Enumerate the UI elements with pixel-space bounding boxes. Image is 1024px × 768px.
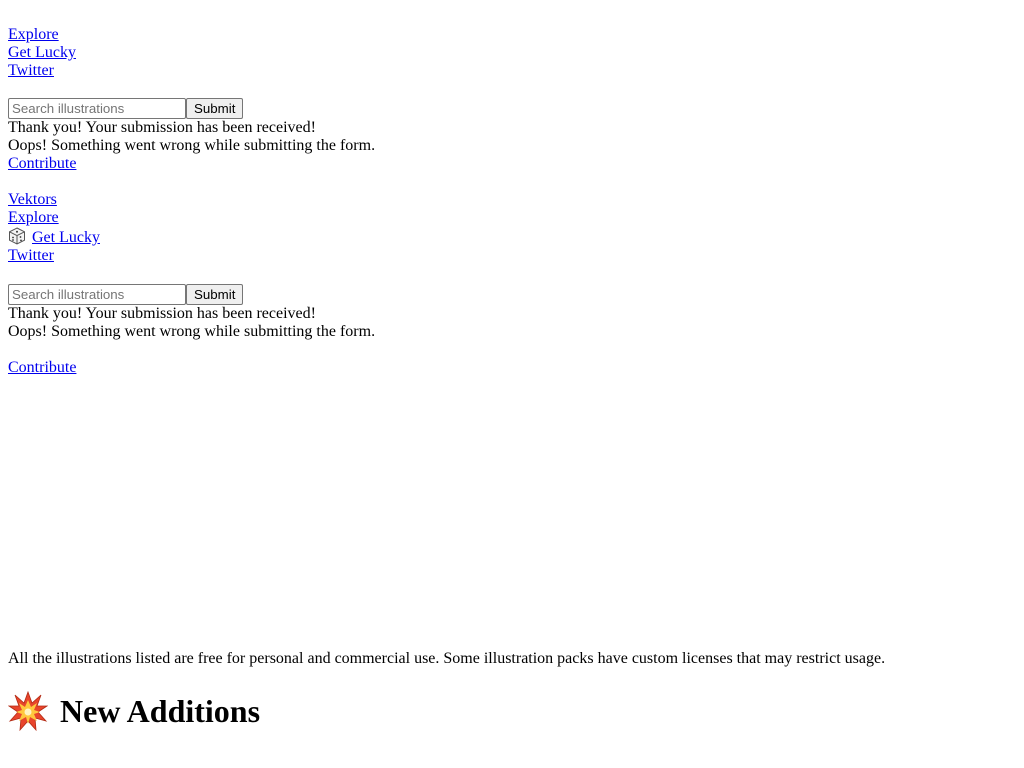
- nav-link-get-lucky[interactable]: Get Lucky: [8, 44, 76, 62]
- section-heading: New Additions: [8, 690, 260, 732]
- mobile-search-form: Submit Thank you! Your submission has be…: [8, 98, 375, 173]
- brand-link[interactable]: Vektors: [8, 191, 100, 209]
- search-form-row: Submit: [8, 98, 375, 119]
- form-error-message: Oops! Something went wrong while submitt…: [8, 323, 376, 340]
- form-error-message: Oops! Something went wrong while submitt…: [8, 137, 376, 154]
- dice-icon: [9, 227, 25, 245]
- nav-link-explore[interactable]: Explore: [8, 209, 100, 227]
- nav-link-twitter[interactable]: Twitter: [8, 62, 76, 80]
- license-notice: All the illustrations listed are free fo…: [8, 650, 886, 667]
- contribute-link[interactable]: Contribute: [8, 359, 76, 377]
- contribute-link[interactable]: Contribute: [8, 155, 375, 173]
- main-search-form: Submit Thank you! Your submission has be…: [8, 284, 375, 341]
- get-lucky-label: Get Lucky: [32, 229, 100, 246]
- section-title: New Additions: [60, 693, 261, 729]
- nav-link-get-lucky[interactable]: Get Lucky: [8, 227, 100, 247]
- form-success-message: Thank you! Your submission has been rece…: [8, 119, 316, 136]
- contribute-wrapper: Contribute: [8, 359, 76, 377]
- form-success-message: Thank you! Your submission has been rece…: [8, 305, 316, 322]
- nav-link-explore[interactable]: Explore: [8, 26, 76, 44]
- submit-button[interactable]: Submit: [186, 98, 244, 119]
- collision-icon: [8, 691, 48, 731]
- mobile-nav: Explore Get Lucky Twitter: [8, 26, 76, 80]
- search-form-row: Submit: [8, 284, 375, 305]
- nav-link-twitter[interactable]: Twitter: [8, 247, 100, 265]
- search-input[interactable]: [8, 284, 186, 305]
- search-input[interactable]: [8, 98, 186, 119]
- submit-button[interactable]: Submit: [186, 284, 244, 305]
- main-nav: Vektors Explore Get Lucky Twitter: [8, 191, 100, 265]
